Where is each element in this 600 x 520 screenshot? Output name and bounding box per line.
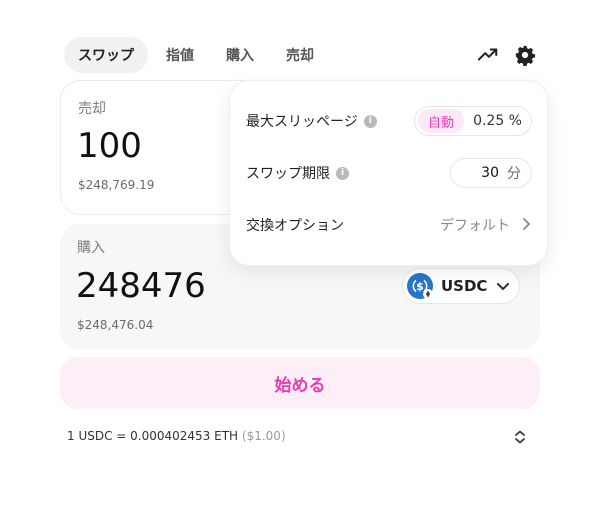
exchange-rate-usd: ($1.00) — [241, 429, 286, 443]
swap-mode-tabs: スワップ 指値 購入 売却 — [64, 37, 332, 73]
tab-swap[interactable]: スワップ — [64, 37, 148, 73]
buy-amount-input[interactable]: 248476 — [76, 266, 206, 306]
exchange-option-label: 交換オプション — [246, 218, 344, 234]
token-symbol: USDC — [441, 277, 488, 295]
tab-buy[interactable]: 購入 — [212, 37, 268, 73]
tab-sell-label: 売却 — [286, 48, 314, 64]
svg-text:$: $ — [416, 280, 424, 293]
start-button[interactable]: 始める — [60, 357, 540, 409]
exchange-option-value: デフォルト — [440, 210, 532, 240]
expand-toggle-icon[interactable] — [512, 429, 528, 445]
deadline-row: スワップ期限 i 30 分 — [246, 158, 532, 188]
deadline-unit: 分 — [507, 166, 521, 182]
settings-popover: 最大スリッページ i 自動 0.25 % スワップ期限 i 30 分 交換オプシ… — [229, 80, 548, 266]
chevron-down-icon — [495, 278, 511, 294]
slippage-control[interactable]: 自動 0.25 % — [414, 106, 532, 136]
gear-icon[interactable] — [513, 43, 537, 67]
tab-swap-label: スワップ — [78, 48, 134, 64]
info-icon[interactable]: i — [363, 114, 377, 128]
tab-sell[interactable]: 売却 — [272, 37, 328, 73]
exchange-rate-text: 1 USDC = 0.000402453 ETH — [67, 429, 239, 443]
token-selector[interactable]: $ USDC — [402, 268, 520, 304]
deadline-label: スワップ期限 — [246, 166, 330, 182]
slippage-label: 最大スリッページ — [246, 114, 358, 130]
slippage-value: 0.25 % — [473, 113, 522, 129]
exchange-rate[interactable]: 1 USDC = 0.000402453 ETH ($1.00) — [67, 429, 286, 443]
deadline-input[interactable]: 30 分 — [450, 158, 532, 188]
buy-label: 購入 — [77, 240, 105, 256]
exchange-option-row[interactable]: 交換オプション デフォルト — [246, 210, 532, 240]
exchange-option-text: デフォルト — [440, 218, 510, 234]
info-icon[interactable]: i — [336, 166, 349, 180]
sell-usd-value: $248,769.19 — [78, 178, 155, 192]
start-button-label: 始める — [274, 375, 326, 396]
sell-amount-input[interactable]: 100 — [77, 126, 142, 166]
usdc-logo-icon: $ — [407, 273, 433, 299]
slippage-auto-button[interactable]: 自動 — [418, 109, 465, 133]
tab-limit-label: 指値 — [166, 48, 194, 64]
trending-up-icon[interactable] — [476, 43, 500, 67]
deadline-value: 30 — [481, 165, 499, 181]
buy-usd-value: $248,476.04 — [77, 318, 154, 332]
tab-buy-label: 購入 — [226, 48, 254, 64]
tab-limit[interactable]: 指値 — [152, 37, 208, 73]
slippage-row: 最大スリッページ i 自動 0.25 % — [246, 106, 532, 136]
chevron-right-icon — [520, 216, 532, 235]
sell-label: 売却 — [78, 101, 106, 117]
